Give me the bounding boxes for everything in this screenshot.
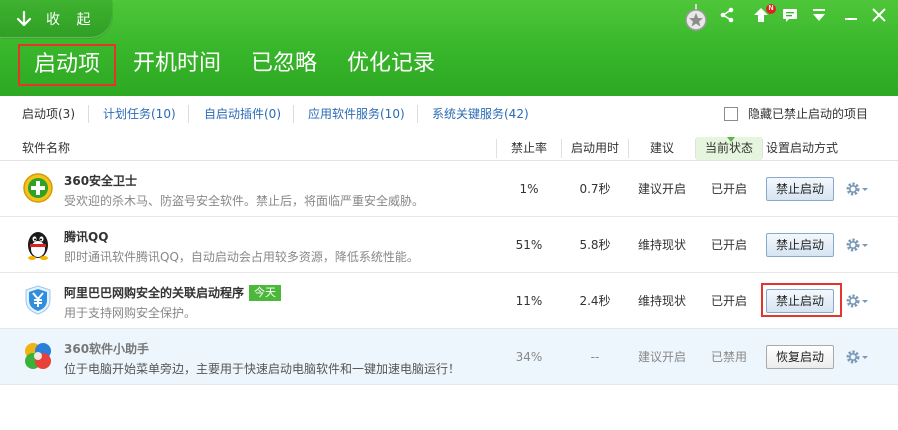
app-name: 腾讯QQ: [64, 230, 109, 244]
skin-pin-icon[interactable]: [684, 4, 708, 32]
gear-dropdown-icon[interactable]: [844, 348, 870, 366]
disable-startup-button[interactable]: 禁止启动: [766, 289, 834, 313]
disable-startup-button[interactable]: 禁止启动: [766, 233, 834, 257]
subtab-autostart-plugins[interactable]: 自启动插件(0): [204, 107, 281, 121]
app-name: 360安全卫士: [64, 174, 138, 188]
restore-startup-button[interactable]: 恢复启动: [766, 345, 834, 369]
app-header: 收 起 N 启动项 开机时间 已忽略 优化记录: [0, 0, 898, 96]
column-divider: [762, 139, 763, 158]
main-tab-bar: 启动项 开机时间 已忽略 优化记录: [18, 44, 452, 86]
subtab-divider: [293, 105, 294, 123]
app-description: 受欢迎的杀木马、防盗号安全软件。禁止后，将面临严重安全威胁。: [64, 194, 425, 208]
subtab-system-services[interactable]: 系统关键服务(42): [432, 107, 529, 121]
app-description: 用于支持网购安全保护。: [64, 306, 197, 320]
subtab-scheduled-tasks[interactable]: 计划任务(10): [103, 107, 176, 121]
status-value: 已禁用: [710, 350, 747, 364]
table-row: 360安全卫士 受欢迎的杀木马、防盗号安全软件。禁止后，将面临严重安全威胁。 1…: [0, 161, 898, 217]
collapse-button[interactable]: 收 起: [0, 0, 112, 38]
subtab-startup-items[interactable]: 启动项(3): [22, 107, 75, 121]
share-icon[interactable]: [718, 6, 736, 24]
qq-penguin-icon: [28, 232, 48, 260]
subtab-divider: [88, 105, 89, 123]
gear-dropdown-icon[interactable]: [844, 236, 870, 254]
today-tag: 今天: [249, 285, 281, 301]
startup-time-value: 2.4秒: [579, 294, 611, 308]
alibaba-shield-icon: [25, 285, 51, 315]
suggestion-value: 维持现状: [637, 238, 686, 252]
360-safe-guard-icon: [23, 173, 53, 203]
column-header-setting: 设置启动方式: [766, 141, 839, 155]
startup-time-value: --: [590, 350, 600, 364]
tab-ignored[interactable]: 已忽略: [238, 44, 330, 86]
suggestion-value: 建议开启: [637, 350, 686, 364]
360-software-helper-icon: [25, 343, 51, 369]
column-header-suggestion[interactable]: 建议: [629, 137, 695, 160]
app-name: 阿里巴巴网购安全的关联启动程序: [64, 286, 245, 300]
menu-icon[interactable]: [810, 6, 828, 24]
tab-optimize-history[interactable]: 优化记录: [334, 44, 448, 86]
tab-startup-items[interactable]: 启动项: [18, 44, 117, 86]
app-name: 360软件小助手: [64, 342, 150, 356]
hide-disabled-toggle[interactable]: 隐藏已禁止启动的项目: [724, 105, 868, 122]
notification-badge: N: [766, 4, 776, 14]
startup-time-value: 5.8秒: [579, 238, 611, 252]
table-row: 360软件小助手 位于电脑开始菜单旁边，主要用于快速启动电脑软件和一键加速电脑运…: [0, 329, 898, 385]
hide-disabled-checkbox[interactable]: [724, 106, 738, 121]
subtab-divider: [417, 105, 418, 123]
gear-dropdown-icon[interactable]: [844, 180, 870, 198]
suggestion-value: 建议开启: [637, 182, 686, 196]
subtab-bar: 启动项(3) 计划任务(10) 自启动插件(0) 应用软件服务(10) 系统关键…: [0, 96, 898, 133]
hide-disabled-label: 隐藏已禁止启动的项目: [748, 107, 869, 121]
column-header-startup-time[interactable]: 启动用时: [562, 137, 628, 160]
app-description: 位于电脑开始菜单旁边，主要用于快速启动电脑软件和一键加速电脑运行！: [64, 362, 461, 376]
disable-rate-value: 51%: [515, 238, 543, 252]
table-row: 阿里巴巴网购安全的关联启动程序 今天 用于支持网购安全保护。 11% 2.4秒 …: [0, 273, 898, 329]
table-header: 软件名称 禁止率 启动用时 建议 当前状态 设置启动方式: [0, 137, 898, 161]
column-header-name[interactable]: 软件名称: [22, 137, 70, 160]
arrow-down-icon: [16, 10, 32, 27]
subtab-divider: [188, 105, 189, 123]
disable-startup-button[interactable]: 禁止启动: [766, 177, 834, 201]
table-row: 腾讯QQ 即时通讯软件腾讯QQ，自动启动会占用较多资源，降低系统性能。 51% …: [0, 217, 898, 273]
status-value: 已开启: [710, 182, 747, 196]
collapse-label: 收 起: [46, 12, 97, 28]
close-icon[interactable]: [870, 6, 888, 24]
sort-indicator-icon: [727, 137, 735, 142]
status-value: 已开启: [710, 238, 747, 252]
suggestion-value: 维持现状: [637, 294, 686, 308]
app-description: 即时通讯软件腾讯QQ，自动启动会占用较多资源，降低系统性能。: [64, 250, 419, 264]
status-value: 已开启: [710, 294, 747, 308]
tab-boot-time[interactable]: 开机时间: [120, 44, 234, 86]
minimize-icon[interactable]: [842, 6, 860, 24]
disable-rate-value: 34%: [515, 350, 543, 364]
message-icon[interactable]: [781, 6, 799, 24]
disable-rate-value: 1%: [519, 182, 539, 196]
gear-dropdown-icon[interactable]: [844, 292, 870, 310]
column-header-disable-rate[interactable]: 禁止率: [497, 137, 561, 160]
startup-time-value: 0.7秒: [579, 182, 611, 196]
disable-rate-value: 11%: [515, 294, 543, 308]
subtab-app-services[interactable]: 应用软件服务(10): [308, 107, 405, 121]
